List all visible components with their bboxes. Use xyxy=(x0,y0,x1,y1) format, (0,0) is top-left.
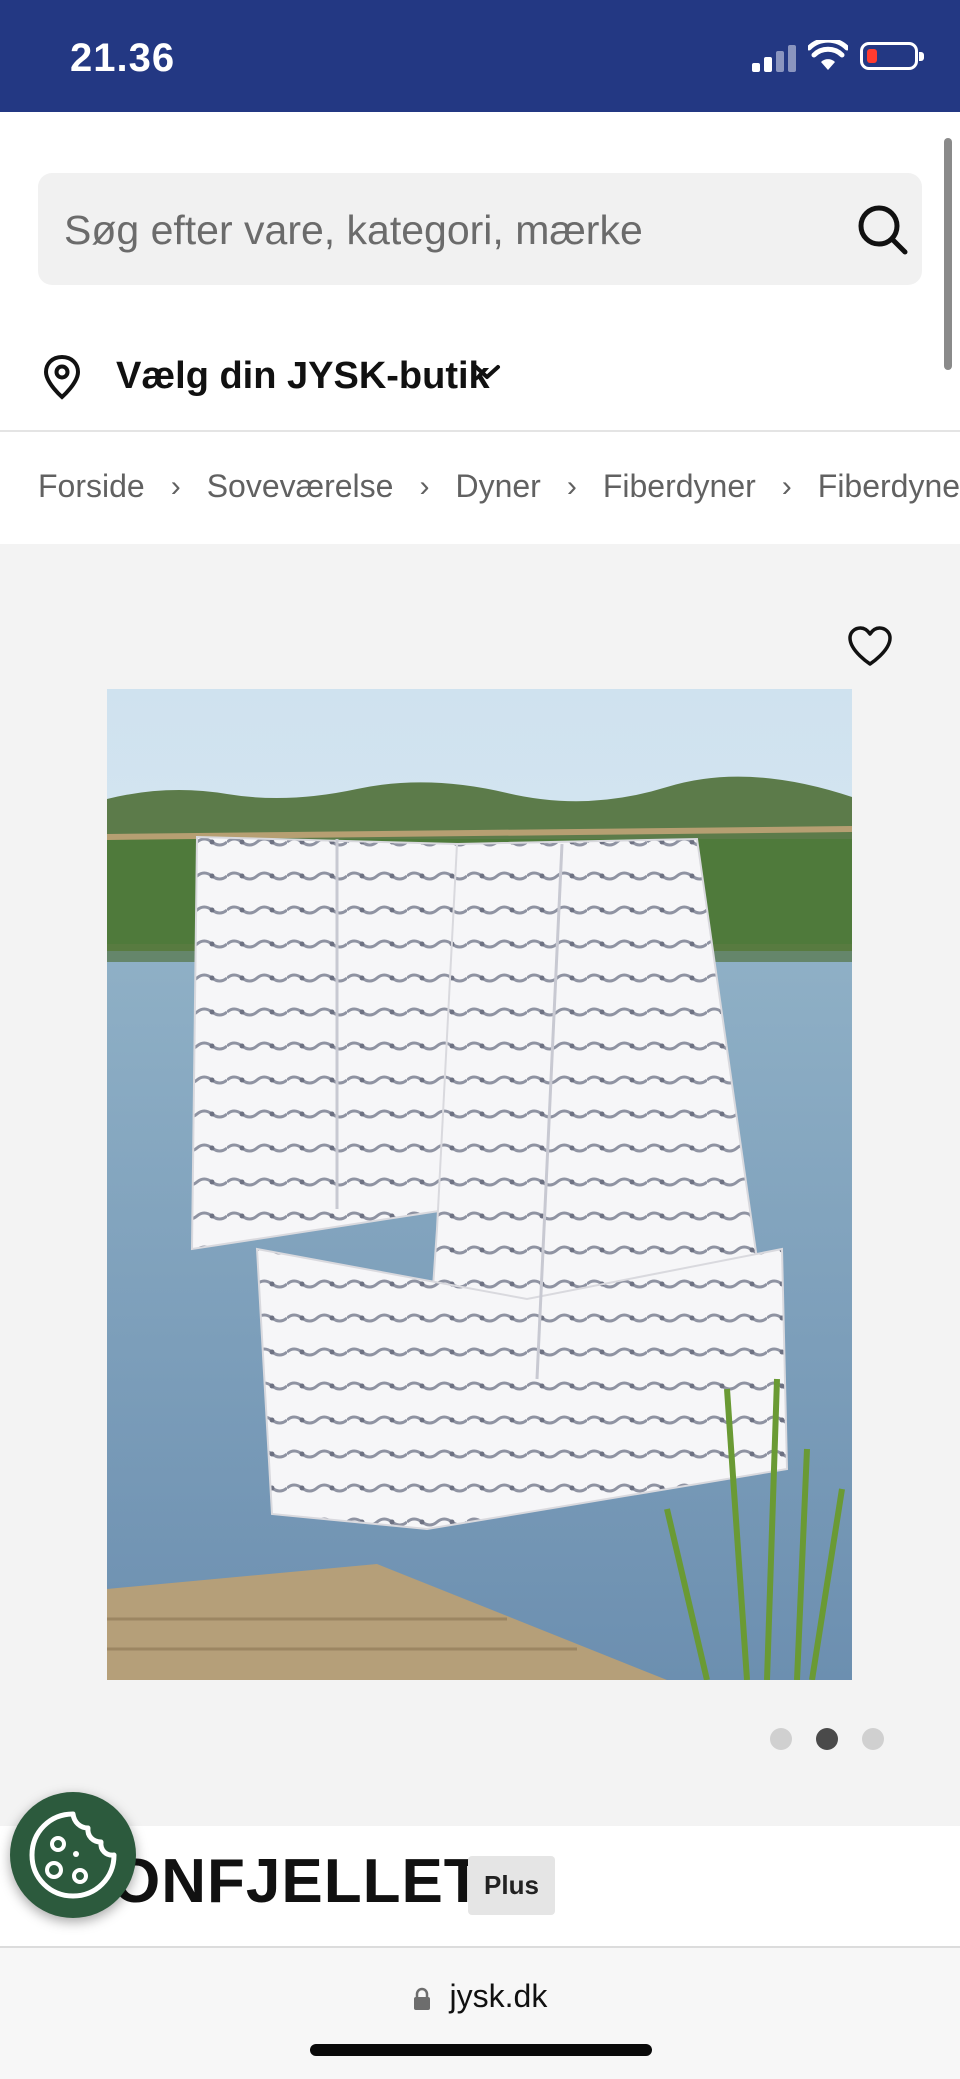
breadcrumb-item-fiberdyner[interactable]: Fiberdyner xyxy=(603,468,756,505)
breadcrumb: Forside › Soveværelse › Dyner › Fiberdyn… xyxy=(0,432,960,544)
search-placeholder: Søg efter vare, kategori, mærke xyxy=(64,207,643,253)
lock-icon xyxy=(413,1987,430,2010)
chevron-down-icon xyxy=(474,365,500,379)
gallery-pagination xyxy=(770,1728,884,1750)
browser-url: jysk.dk xyxy=(449,1978,548,2014)
wifi-icon xyxy=(808,40,848,70)
product-title: ONFJELLET xyxy=(112,1847,483,1916)
gallery-dot-active[interactable] xyxy=(816,1728,838,1750)
breadcrumb-separator-icon: › xyxy=(781,469,792,503)
breadcrumb-item-dyner[interactable]: Dyner xyxy=(455,468,540,505)
cookie-icon xyxy=(29,1811,117,1899)
cellular-signal-icon xyxy=(752,44,798,72)
breadcrumb-separator-icon: › xyxy=(419,469,430,503)
browser-url-bar[interactable]: jysk.dk xyxy=(0,1946,960,2079)
favorite-heart-icon[interactable] xyxy=(846,624,894,668)
store-selector-label: Vælg din JYSK-butik xyxy=(116,355,490,397)
home-indicator[interactable] xyxy=(310,2044,652,2056)
cookie-settings-button[interactable] xyxy=(10,1792,136,1918)
gallery-dot[interactable] xyxy=(862,1728,884,1750)
gallery-dot[interactable] xyxy=(770,1728,792,1750)
breadcrumb-item-current[interactable]: Fiberdyner xyxy=(818,468,960,505)
breadcrumb-separator-icon: › xyxy=(170,469,181,503)
breadcrumb-item-sovevaerelse[interactable]: Soveværelse xyxy=(207,468,394,505)
status-time: 21.36 xyxy=(70,36,176,80)
status-bar: 21.36 xyxy=(0,0,960,112)
breadcrumb-separator-icon: › xyxy=(566,469,577,503)
battery-icon xyxy=(860,42,924,70)
product-header: ONFJELLET Plus xyxy=(0,1826,960,1946)
search-input[interactable]: Søg efter vare, kategori, mærke xyxy=(38,173,922,285)
product-badge: Plus xyxy=(468,1856,555,1915)
page-scrollbar[interactable] xyxy=(944,138,952,370)
search-icon[interactable] xyxy=(856,203,910,257)
product-gallery[interactable] xyxy=(0,544,960,1826)
breadcrumb-item-forside[interactable]: Forside xyxy=(38,468,145,505)
product-image[interactable] xyxy=(107,689,852,1680)
location-pin-icon xyxy=(43,354,81,400)
